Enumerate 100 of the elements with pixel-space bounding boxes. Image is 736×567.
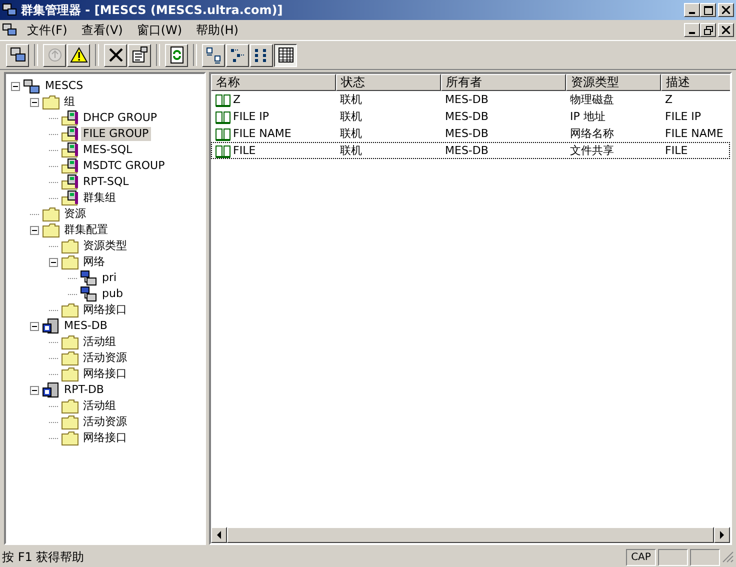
delete-button[interactable] bbox=[104, 44, 127, 66]
small-button[interactable] bbox=[226, 44, 249, 66]
tree-item[interactable]: 活动资源 bbox=[81, 415, 129, 429]
folder-icon bbox=[61, 254, 79, 270]
tree-item[interactable]: 群集组 bbox=[81, 191, 118, 205]
tree-item[interactable]: 网络接口 bbox=[81, 303, 129, 317]
server-icon bbox=[42, 382, 60, 398]
restore-button[interactable] bbox=[700, 23, 716, 37]
tree-item[interactable]: 活动资源 bbox=[81, 351, 129, 365]
collapse-toggle-icon[interactable] bbox=[30, 386, 39, 394]
tree-item[interactable]: MES-DB bbox=[62, 319, 110, 333]
table-cell: FILE IP bbox=[665, 110, 702, 123]
book-icon bbox=[215, 110, 231, 124]
tree-item[interactable]: RPT-SQL bbox=[81, 175, 131, 189]
tree-item[interactable]: pub bbox=[100, 287, 125, 301]
column-header[interactable]: 描述 bbox=[661, 74, 730, 91]
folder-computer-icon bbox=[61, 126, 79, 142]
folder-computer-icon bbox=[61, 110, 79, 126]
cluster-button[interactable] bbox=[6, 44, 29, 66]
tree-item[interactable]: 组 bbox=[62, 95, 77, 109]
table-cell: 联机 bbox=[340, 126, 362, 141]
column-header[interactable]: 状态 bbox=[336, 74, 441, 91]
column-header[interactable]: 名称 bbox=[211, 74, 336, 91]
folder-icon bbox=[61, 334, 79, 350]
details-button[interactable] bbox=[274, 44, 297, 66]
network-icon bbox=[80, 270, 98, 286]
tree-item[interactable]: 活动组 bbox=[81, 335, 118, 349]
tree-item[interactable]: 资源 bbox=[62, 207, 88, 221]
table-cell: MES-DB bbox=[445, 110, 488, 123]
tree-item[interactable]: 网络 bbox=[81, 255, 107, 269]
right-arrow-icon bbox=[719, 531, 725, 539]
tree-item[interactable]: 群集配置 bbox=[62, 223, 110, 237]
collapse-toggle-icon[interactable] bbox=[49, 258, 58, 266]
tree-item[interactable]: 网络接口 bbox=[81, 431, 129, 445]
book-icon bbox=[215, 92, 231, 106]
server-icon bbox=[42, 318, 60, 334]
refresh-button[interactable] bbox=[165, 44, 188, 66]
maximize-button[interactable] bbox=[700, 3, 716, 17]
menu-item[interactable]: 查看(V) bbox=[76, 22, 128, 38]
collapse-toggle-icon[interactable] bbox=[30, 322, 39, 330]
folder-icon bbox=[61, 302, 79, 318]
folder-icon bbox=[61, 350, 79, 366]
tree-item[interactable]: pri bbox=[100, 271, 119, 285]
table-cell: Z bbox=[665, 93, 673, 106]
close-icon bbox=[722, 6, 730, 14]
small-icons-icon bbox=[228, 46, 246, 64]
properties-button[interactable] bbox=[128, 44, 151, 66]
network-icon bbox=[80, 286, 98, 302]
folder-computer-icon bbox=[61, 174, 79, 190]
minimize-button[interactable] bbox=[684, 23, 700, 37]
tree-item[interactable]: MSDTC GROUP bbox=[81, 159, 167, 173]
left-arrow-icon bbox=[216, 531, 222, 539]
maximize-icon bbox=[704, 6, 712, 14]
list-button[interactable] bbox=[250, 44, 273, 66]
cluster-icon bbox=[8, 46, 26, 64]
status-panel bbox=[658, 548, 688, 566]
folder-icon bbox=[42, 206, 60, 222]
tree-item[interactable]: 资源类型 bbox=[81, 239, 129, 253]
status-panel bbox=[690, 548, 720, 566]
tree-item[interactable]: 活动组 bbox=[81, 399, 118, 413]
resize-grip-icon bbox=[722, 551, 734, 563]
folder-icon bbox=[42, 222, 60, 238]
column-header[interactable]: 资源类型 bbox=[566, 74, 661, 91]
properties-icon bbox=[130, 46, 148, 64]
table-cell: MES-DB bbox=[445, 93, 488, 106]
table-cell: FILE NAME bbox=[233, 127, 292, 140]
refresh-icon bbox=[168, 46, 186, 64]
folder-computer-icon bbox=[61, 158, 79, 174]
table-cell: FILE NAME bbox=[665, 127, 724, 140]
menu-item[interactable]: 文件(F) bbox=[22, 22, 72, 38]
warning-button[interactable] bbox=[67, 44, 90, 66]
folder-icon bbox=[61, 398, 79, 414]
book-icon bbox=[215, 126, 231, 140]
delete-icon bbox=[106, 46, 124, 64]
column-header[interactable]: 所有者 bbox=[441, 74, 566, 91]
tree-item[interactable]: RPT-DB bbox=[62, 383, 106, 397]
table-cell: MES-DB bbox=[445, 127, 488, 140]
table-cell: FILE bbox=[233, 144, 256, 157]
close-icon bbox=[722, 26, 730, 34]
close-button[interactable] bbox=[718, 3, 734, 17]
table-cell: 联机 bbox=[340, 143, 362, 158]
menu-item[interactable]: 帮助(H) bbox=[191, 22, 244, 38]
collapse-toggle-icon[interactable] bbox=[11, 82, 20, 90]
minimize-button[interactable] bbox=[684, 3, 700, 17]
close-button[interactable] bbox=[718, 23, 734, 37]
cluster-icon bbox=[23, 78, 41, 94]
tree-item[interactable]: DHCP GROUP bbox=[81, 111, 160, 125]
tree-item[interactable]: MESCS bbox=[43, 79, 86, 93]
tree-item[interactable]: FILE GROUP bbox=[81, 127, 151, 141]
table-cell: FILE bbox=[665, 144, 688, 157]
folder-icon bbox=[61, 430, 79, 446]
horizontal-scrollbar[interactable] bbox=[211, 527, 730, 543]
collapse-toggle-icon[interactable] bbox=[30, 98, 39, 106]
menu-item[interactable]: 窗口(W) bbox=[132, 22, 188, 38]
tree-item[interactable]: 网络接口 bbox=[81, 367, 129, 381]
status-indicator: CAP bbox=[626, 548, 656, 566]
folder-icon bbox=[61, 414, 79, 430]
tree-item[interactable]: MES-SQL bbox=[81, 143, 134, 157]
large-button[interactable] bbox=[202, 44, 225, 66]
collapse-toggle-icon[interactable] bbox=[30, 226, 39, 234]
